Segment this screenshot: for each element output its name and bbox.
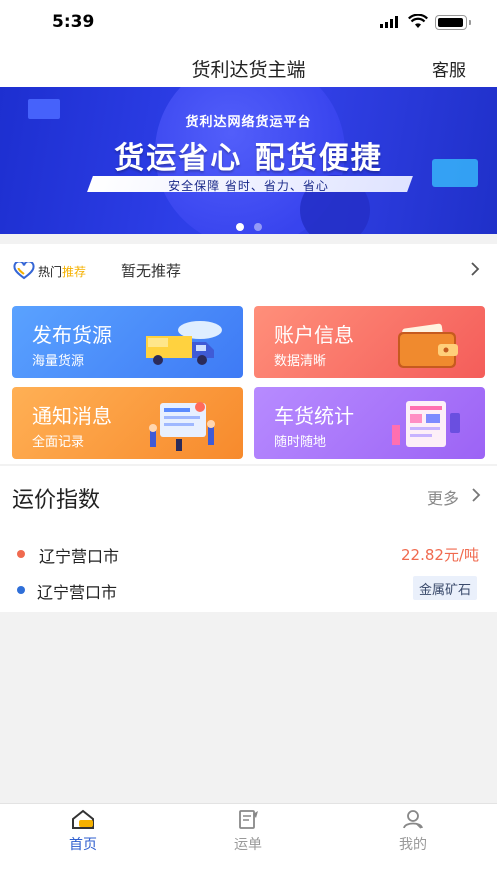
banner-pagination[interactable]: [0, 216, 497, 234]
notification-icon: [149, 402, 215, 451]
chevron-right-icon[interactable]: [471, 487, 481, 503]
hot-label: 热门推荐: [38, 263, 86, 280]
tab-waybill[interactable]: 运单: [198, 808, 298, 854]
promo-banner[interactable]: 货利达网络货运平台 货运省心 配货便捷 安全保障 省时、省力、省心: [0, 87, 497, 234]
freight-city: 辽宁营口市: [37, 583, 118, 602]
location-dot-icon: [17, 586, 25, 594]
hot-recommend-text: 暂无推荐: [121, 262, 182, 280]
hot-label-accent: 推荐: [62, 265, 87, 279]
account-info-card[interactable]: 账户信息 数据清晰: [254, 306, 485, 378]
freight-city: 辽宁营口市: [39, 547, 120, 566]
banner-page-dot[interactable]: [235, 223, 244, 231]
freight-row[interactable]: 辽宁营口市 金属矿石: [0, 576, 497, 606]
status-bar: 5:39: [0, 0, 497, 44]
card-title: 通知消息: [32, 404, 112, 428]
tab-profile[interactable]: 我的: [363, 808, 463, 854]
tab-label: 我的: [399, 837, 427, 853]
wallet-icon: [398, 323, 458, 368]
publish-cargo-card[interactable]: 发布货源 海量货源: [12, 306, 243, 378]
card-subtitle: 数据清晰: [274, 354, 327, 369]
card-subtitle: 全面记录: [32, 435, 85, 450]
waybill-icon: [239, 810, 258, 829]
tab-home[interactable]: 首页: [33, 808, 133, 854]
signal-icon: [380, 16, 398, 28]
freight-index-section: 运价指数 更多 辽宁营口市 22.82元/吨 辽宁营口市 金属矿石: [0, 466, 497, 612]
heart-icon: [13, 262, 35, 280]
tab-label: 首页: [69, 837, 97, 853]
freight-price: 22.82元/吨: [401, 546, 479, 564]
freight-row[interactable]: 辽宁营口市 22.82元/吨: [0, 540, 497, 570]
banner-headline: 货运省心 配货便捷: [114, 141, 383, 176]
battery-icon: [435, 15, 471, 30]
more-link[interactable]: 更多: [427, 485, 459, 509]
function-grid: 发布货源 海量货源 账户信息 数据清晰 通知消息 全面记录 车货统计 随时随地: [0, 296, 497, 464]
card-title: 账户信息: [274, 323, 354, 347]
truck-icon: [146, 321, 222, 365]
nav-bar: 货利达货主端 客服: [0, 44, 497, 87]
chevron-right-icon: [471, 262, 480, 276]
profile-icon: [403, 810, 423, 829]
bottom-tab-bar: 首页 运单 我的: [0, 803, 497, 883]
statistics-icon: [392, 401, 460, 447]
vehicle-cargo-stats-card[interactable]: 车货统计 随时随地: [254, 387, 485, 459]
card-subtitle: 随时随地: [274, 435, 327, 450]
location-dot-icon: [17, 550, 25, 558]
banner-subtitle: 货利达网络货运平台: [185, 115, 312, 130]
hot-recommend-bar[interactable]: 热门推荐 暂无推荐: [0, 244, 497, 296]
notifications-card[interactable]: 通知消息 全面记录: [12, 387, 243, 459]
customer-service-button[interactable]: 客服: [432, 56, 466, 81]
banner-page-dot[interactable]: [253, 223, 262, 231]
home-icon: [72, 809, 94, 829]
cargo-type-tag: 金属矿石: [412, 576, 477, 600]
wifi-icon: [408, 14, 428, 28]
hot-label-main: 热门: [38, 265, 63, 279]
card-title: 车货统计: [274, 404, 354, 428]
card-subtitle: 海量货源: [32, 354, 85, 369]
status-time: 5:39: [52, 12, 95, 32]
card-title: 发布货源: [32, 323, 112, 347]
tab-label: 运单: [234, 837, 262, 853]
section-title: 运价指数: [12, 488, 101, 513]
page-title: 货利达货主端: [191, 59, 306, 81]
banner-tagline: 安全保障 省时、省力、省心: [168, 179, 329, 193]
